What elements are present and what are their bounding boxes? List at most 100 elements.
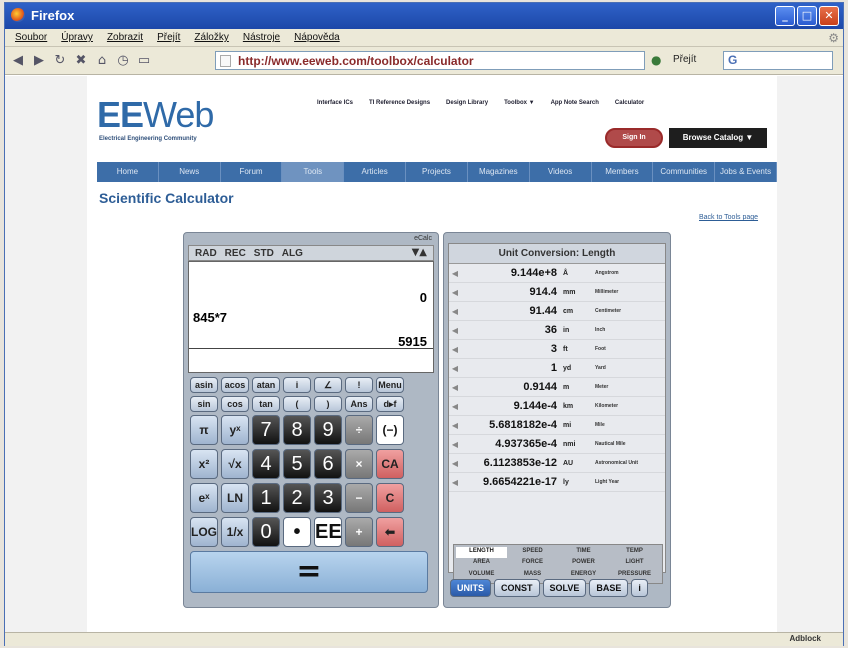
- unit-row[interactable]: ◀ 91.44 cm Centimeter: [449, 302, 665, 321]
- scroll-arrows-icon[interactable]: ▼▲: [412, 247, 427, 258]
- mode-alg[interactable]: ALG: [282, 248, 303, 260]
- calc-key[interactable]: π: [190, 415, 218, 445]
- calc-key[interactable]: cos: [221, 396, 249, 412]
- calc-key[interactable]: 1/x: [221, 517, 249, 547]
- stop-icon[interactable]: ✖: [74, 53, 88, 68]
- unit-category[interactable]: LENGTH: [456, 547, 507, 559]
- calc-key[interactable]: −: [345, 483, 373, 513]
- menu-item[interactable]: Nástroje: [243, 32, 280, 46]
- calc-key[interactable]: 6: [314, 449, 342, 479]
- calc-key[interactable]: +: [345, 517, 373, 547]
- menu-item[interactable]: Záložky: [194, 32, 228, 46]
- nav-tab[interactable]: News: [159, 162, 221, 182]
- calc-key[interactable]: x²: [190, 449, 218, 479]
- top-link[interactable]: TI Reference Designs: [369, 100, 430, 106]
- adblock-indicator[interactable]: Adblock: [789, 634, 821, 643]
- panel-tab[interactable]: i: [631, 579, 648, 597]
- go-icon[interactable]: ●: [651, 53, 661, 67]
- calc-key[interactable]: •: [283, 517, 311, 547]
- unit-category[interactable]: POWER: [558, 558, 609, 569]
- unit-row[interactable]: ◀ 914.4 mm Millimeter: [449, 283, 665, 302]
- equals-button[interactable]: =: [190, 551, 428, 593]
- minimize-button[interactable]: _: [775, 6, 795, 26]
- calc-key[interactable]: acos: [221, 377, 249, 393]
- go-button[interactable]: Přejít: [673, 54, 696, 65]
- url-bar[interactable]: http://www.eeweb.com/toolbox/calculator: [215, 51, 645, 70]
- unit-row[interactable]: ◀ 6.1123853e-12 AU Astronomical Unit: [449, 454, 665, 473]
- calc-key[interactable]: tan: [252, 396, 280, 412]
- calc-key[interactable]: 9: [314, 415, 342, 445]
- calc-key[interactable]: Ans: [345, 396, 373, 412]
- search-box[interactable]: G: [723, 51, 833, 70]
- row-arrow-icon[interactable]: ◀: [449, 402, 461, 411]
- unit-row[interactable]: ◀ 0.9144 m Meter: [449, 378, 665, 397]
- row-arrow-icon[interactable]: ◀: [449, 459, 461, 468]
- unit-row[interactable]: ◀ 9.144e+8 Å Angstrom: [449, 264, 665, 283]
- nav-tab[interactable]: Forum: [221, 162, 283, 182]
- calc-key[interactable]: ÷: [345, 415, 373, 445]
- calc-key[interactable]: CA: [376, 449, 404, 479]
- menu-item[interactable]: Přejít: [157, 32, 180, 46]
- unit-category[interactable]: FORCE: [507, 558, 558, 569]
- calc-key[interactable]: LN: [221, 483, 249, 513]
- calc-key[interactable]: ⬅: [376, 517, 404, 547]
- calc-key[interactable]: asin: [190, 377, 218, 393]
- top-link[interactable]: Design Library: [446, 100, 488, 106]
- calc-key[interactable]: 0: [252, 517, 280, 547]
- calc-key[interactable]: 1: [252, 483, 280, 513]
- reload-icon[interactable]: ↻: [53, 53, 67, 68]
- nav-tab[interactable]: Articles: [344, 162, 407, 182]
- unit-row[interactable]: ◀ 9.144e-4 km Kilometer: [449, 397, 665, 416]
- nav-tab[interactable]: Jobs & Events: [715, 162, 777, 182]
- menu-item[interactable]: Nápověda: [294, 32, 340, 46]
- top-link[interactable]: Toolbox ▼: [504, 100, 535, 106]
- unit-category[interactable]: AREA: [456, 558, 507, 569]
- top-link[interactable]: Interface ICs: [317, 100, 353, 106]
- nav-tab[interactable]: Tools: [282, 162, 345, 182]
- unit-row[interactable]: ◀ 4.937365e-4 nmi Nautical Mile: [449, 435, 665, 454]
- unit-category[interactable]: TEMP: [609, 547, 660, 558]
- panel-tab[interactable]: UNITS: [450, 579, 491, 597]
- mode-rad[interactable]: RAD: [195, 248, 217, 260]
- menu-item[interactable]: Úpravy: [61, 32, 93, 46]
- unit-row[interactable]: ◀ 36 in Inch: [449, 321, 665, 340]
- calc-key[interactable]: i: [283, 377, 311, 393]
- calc-key[interactable]: 3: [314, 483, 342, 513]
- calc-key[interactable]: (: [283, 396, 311, 412]
- nav-tab[interactable]: Projects: [406, 162, 468, 182]
- row-arrow-icon[interactable]: ◀: [449, 421, 461, 430]
- calc-key[interactable]: ∠: [314, 377, 342, 393]
- row-arrow-icon[interactable]: ◀: [449, 326, 461, 335]
- calculator-brand[interactable]: eCalc: [414, 235, 432, 242]
- unit-row[interactable]: ◀ 5.6818182e-4 mi Mile: [449, 416, 665, 435]
- calc-key[interactable]: !: [345, 377, 373, 393]
- mode-rec[interactable]: REC: [225, 248, 246, 260]
- calc-key[interactable]: √x: [221, 449, 249, 479]
- nav-tab[interactable]: Members: [592, 162, 654, 182]
- maximize-button[interactable]: □: [797, 6, 817, 26]
- nav-tab[interactable]: Home: [97, 162, 159, 182]
- unit-row[interactable]: ◀ 9.6654221e-17 ly Light Year: [449, 473, 665, 492]
- calc-key[interactable]: 7: [252, 415, 280, 445]
- top-link[interactable]: App Note Search: [551, 100, 599, 106]
- calc-key[interactable]: Menu: [376, 377, 404, 393]
- unit-category[interactable]: LIGHT: [609, 558, 660, 569]
- calc-key[interactable]: ): [314, 396, 342, 412]
- sign-in-button[interactable]: Sign In: [605, 128, 663, 148]
- calc-key[interactable]: atan: [252, 377, 280, 393]
- calc-key[interactable]: 4: [252, 449, 280, 479]
- calc-key[interactable]: 8: [283, 415, 311, 445]
- calc-key[interactable]: (−): [376, 415, 404, 445]
- top-link[interactable]: Calculator: [615, 100, 644, 106]
- row-arrow-icon[interactable]: ◀: [449, 345, 461, 354]
- panel-tab[interactable]: SOLVE: [542, 579, 587, 597]
- history-icon[interactable]: ◷: [116, 53, 130, 68]
- row-arrow-icon[interactable]: ◀: [449, 383, 461, 392]
- menu-item[interactable]: Zobrazit: [107, 32, 143, 46]
- mode-std[interactable]: STD: [254, 248, 274, 260]
- calc-key[interactable]: C: [376, 483, 404, 513]
- calc-key[interactable]: EE: [314, 517, 342, 547]
- calc-key[interactable]: sin: [190, 396, 218, 412]
- unit-category[interactable]: SPEED: [507, 547, 558, 558]
- calc-key[interactable]: ×: [345, 449, 373, 479]
